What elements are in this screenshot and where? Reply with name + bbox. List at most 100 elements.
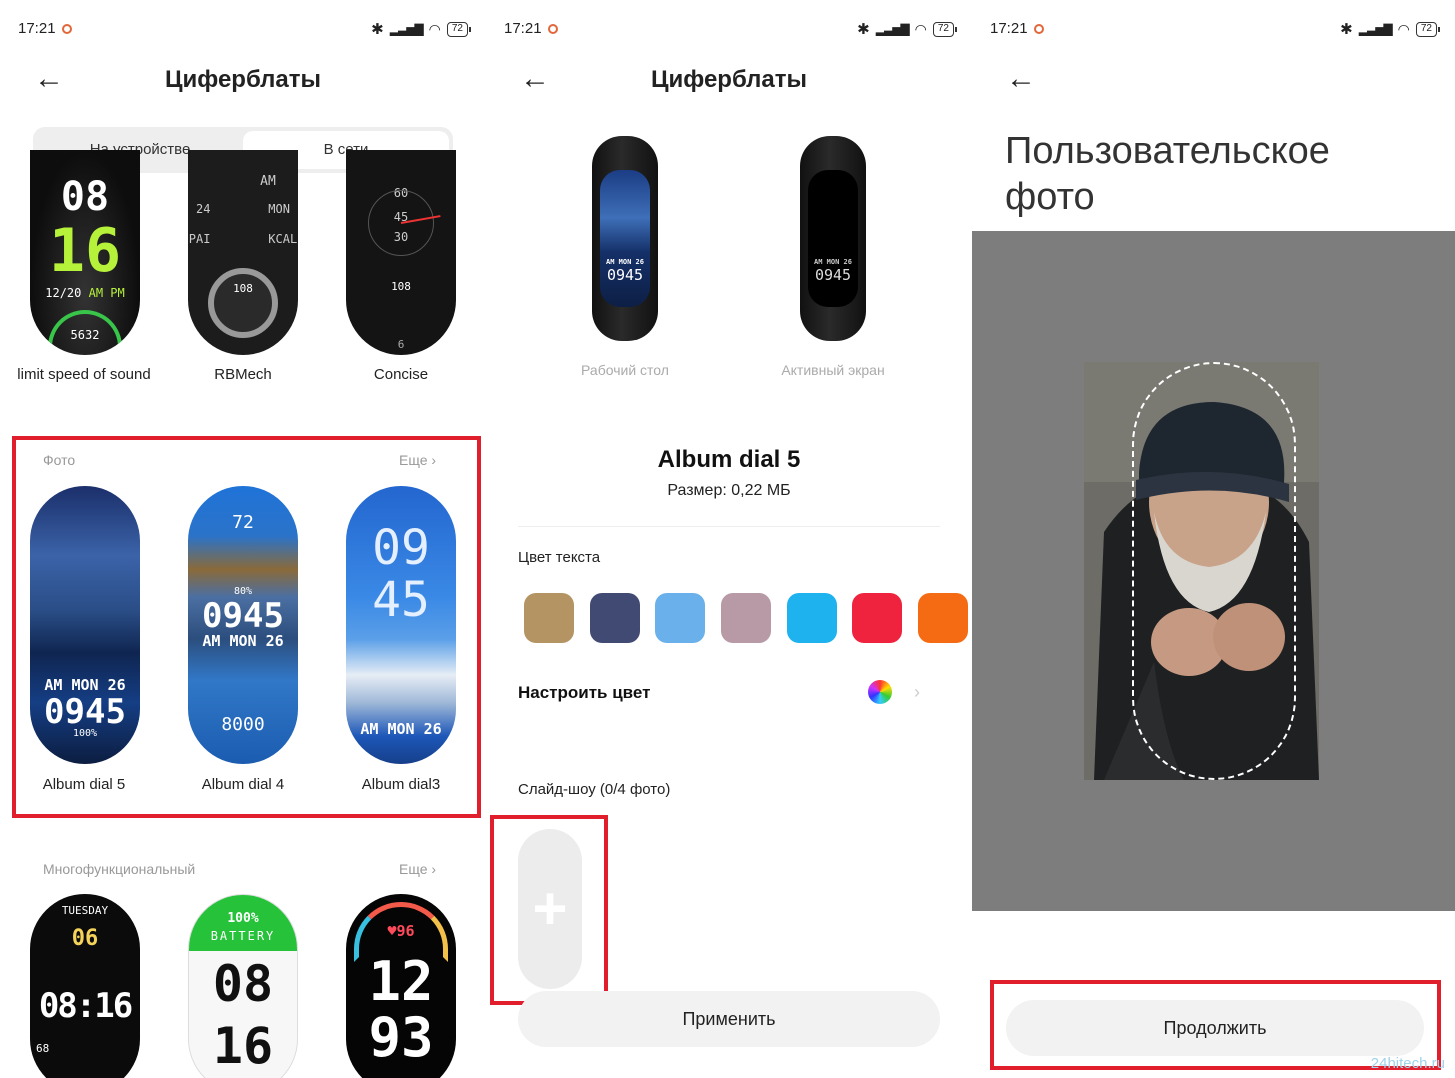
section-multi-label: Многофункциональный [43, 861, 196, 877]
dial-text: MON [268, 202, 290, 216]
color-swatch[interactable] [852, 593, 902, 643]
caption-active: Активный экран [781, 362, 885, 378]
battery-icon: 72 [1415, 21, 1441, 37]
multi-more-link[interactable]: Еще › [399, 861, 436, 877]
status-bar: 17:21 ✱ ▂▃▅▇ ◠ 72 [504, 18, 958, 40]
photo-more-link[interactable]: Еще › [399, 452, 436, 468]
dial-minute-text: 16 [212, 1017, 274, 1075]
dial-label: Concise [373, 366, 429, 383]
bluetooth-icon: ✱ [1340, 21, 1353, 38]
continue-button[interactable]: Продолжить [1006, 1000, 1424, 1056]
crop-oval-guide[interactable] [1132, 362, 1296, 780]
status-bar: 17:21 ✱ ▂▃▅▇ ◠ 72 [990, 18, 1441, 40]
dial-name: Album dial 5 [657, 446, 801, 473]
dial-album-4[interactable]: 72 80% 0945 AM MON 26 8000 [188, 486, 298, 764]
dial-label: Album dial 4 [201, 776, 285, 793]
divider [518, 526, 940, 527]
wifi-icon: ◠ [428, 20, 441, 37]
rbmech-gauge [208, 268, 278, 338]
notification-dot-icon [62, 24, 72, 34]
watch-faces-online-screen: 17:21 ✱ ▂▃▅▇ ◠ 72 ← Циферблаты На устрой… [0, 0, 486, 1078]
notification-dot-icon [1034, 24, 1044, 34]
dial-steps-text: 68 [36, 1042, 50, 1055]
page-title: Пользовательское фото [1005, 130, 1330, 218]
page-title: Циферблаты [650, 66, 808, 93]
chevron-right-icon: › [431, 452, 437, 468]
color-swatch[interactable] [787, 593, 837, 643]
color-swatch[interactable] [524, 593, 574, 643]
dial-hr-text: 96 [396, 922, 415, 940]
steps-arc [48, 310, 122, 350]
dial-text: 6 [397, 338, 405, 351]
chevron-right-icon: › [431, 861, 437, 877]
dial-label: limit speed of sound [17, 366, 151, 383]
dial-rbmech[interactable]: AM 24 MON PAI KCAL 108 [188, 150, 298, 355]
notification-dot-icon [548, 24, 558, 34]
dial-time-text: 0945 [202, 596, 284, 636]
color-swatch[interactable] [721, 593, 771, 643]
color-swatch[interactable] [918, 593, 968, 643]
preview-time-text: 0945 [606, 266, 644, 284]
dial-concise[interactable]: 60 45 30 108 6 [346, 150, 456, 355]
dial-time-text: 08:16 [38, 986, 133, 1026]
signal-icon: ▂▃▅▇ [875, 22, 910, 36]
dial-limit-speed[interactable]: 08 16 12/20 AM PM 5632 [30, 150, 140, 355]
dial-text: 24 [196, 202, 211, 216]
battery-icon: 72 [932, 21, 958, 37]
dial-date-text: 06 [71, 926, 99, 951]
color-swatch[interactable] [590, 593, 640, 643]
dial-day-text: TUESDAY [61, 904, 109, 917]
back-arrow-icon[interactable]: ← [1006, 62, 1036, 96]
custom-color-label[interactable]: Настроить цвет [518, 683, 650, 703]
dial-hr-text: 72 [232, 512, 254, 533]
dial-multi-2[interactable]: 100% BATTERY 08 16 [188, 894, 298, 1078]
dial-album-3[interactable]: 09 45 AM MON 26 [346, 486, 456, 764]
battery-pct-text: 100% [227, 911, 259, 926]
dial-hr-text: 108 [391, 280, 411, 293]
dial-hr-text: 108 [233, 282, 253, 295]
text-color-label: Цвет текста [518, 549, 601, 566]
dial-label: Album dial 5 [42, 776, 126, 793]
crop-area[interactable] [972, 231, 1455, 911]
color-swatch[interactable] [655, 593, 705, 643]
wifi-icon: ◠ [914, 20, 927, 37]
preview-date-text: AM MON 26 [606, 258, 644, 266]
dial-hour-text: 08 [60, 174, 110, 220]
dial-size: Размер: 0,22 МБ [667, 482, 791, 499]
dial-date-text: 12/20 [45, 286, 82, 300]
status-time: 17:21 [990, 20, 1028, 37]
bluetooth-icon: ✱ [371, 21, 384, 38]
band-preview-active[interactable]: AM MON 26 0945 [800, 136, 866, 341]
dial-label: RBMech [214, 366, 272, 383]
chevron-right-icon[interactable]: › [914, 682, 920, 703]
dial-text: AM [260, 174, 276, 189]
user-photo[interactable] [1084, 362, 1319, 780]
apply-button[interactable]: Применить [518, 991, 940, 1047]
dial-multi-3[interactable]: ♥96 12 93 [346, 894, 456, 1078]
battery-label-text: BATTERY [210, 929, 276, 943]
band-screen: AM MON 26 0945 [808, 170, 858, 307]
dial-label: Album dial3 [361, 776, 441, 793]
status-time: 17:21 [504, 20, 542, 37]
signal-icon: ▂▃▅▇ [1358, 22, 1393, 36]
dial-album-5[interactable]: AM MON 26 0945 100% [30, 486, 140, 764]
color-wheel-icon[interactable] [868, 680, 892, 704]
dial-date-text: AM MON 26 [202, 632, 284, 650]
status-bar: 17:21 ✱ ▂▃▅▇ ◠ 72 [18, 18, 472, 40]
dial-ampm-text: AM PM [88, 286, 125, 300]
add-photo-button[interactable]: + [518, 829, 582, 989]
dial-time-text: 0945 [44, 692, 126, 732]
battery-icon: 72 [446, 21, 472, 37]
dial-hour-text: 08 [212, 955, 274, 1013]
watermark: 24hitech.ru [1370, 1055, 1445, 1072]
more-label: Еще [399, 861, 428, 877]
band-preview-desktop[interactable]: AM MON 26 0945 [592, 136, 658, 341]
caption-desktop: Рабочий стол [581, 362, 669, 378]
slideshow-label: Слайд-шоу (0/4 фото) [518, 781, 671, 798]
bluetooth-icon: ✱ [857, 21, 870, 38]
section-photo-label: Фото [43, 452, 76, 468]
more-label: Еще [399, 452, 428, 468]
preview-time-text: 0945 [814, 266, 852, 284]
wifi-icon: ◠ [1397, 20, 1410, 37]
dial-multi-1[interactable]: TUESDAY 06 08:16 68 [30, 894, 140, 1078]
